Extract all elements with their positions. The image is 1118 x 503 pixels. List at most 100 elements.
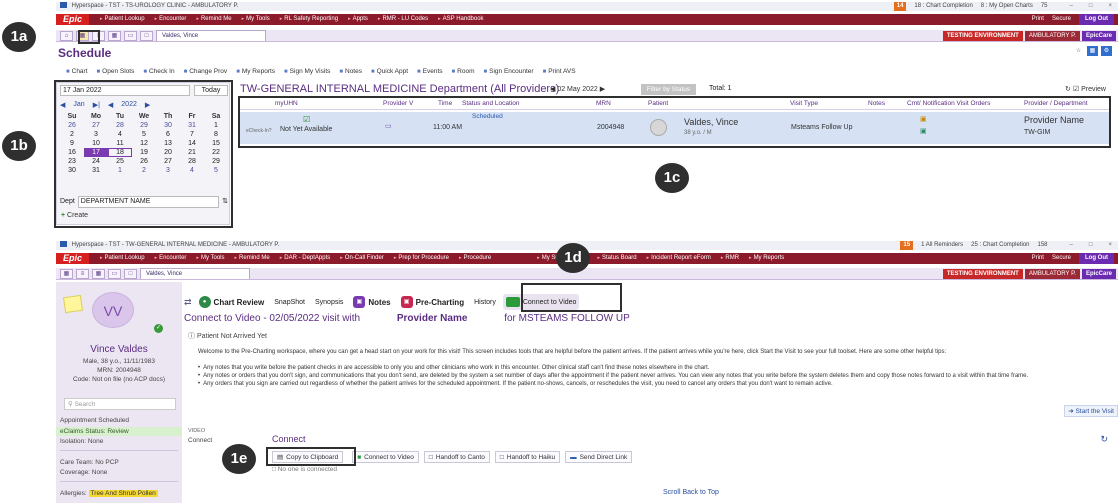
top-menu-rmr-lu[interactable]: RMR - LU Codes (373, 14, 433, 25)
col-mrn[interactable]: MRN (596, 98, 611, 110)
scroll-back-link[interactable]: Scroll Back to Top (663, 489, 719, 496)
prev-month-icon[interactable]: ◀ (60, 101, 65, 109)
top-menu-rl-safety[interactable]: RL Safety Reporting (275, 14, 343, 25)
calendar-day[interactable]: 28 (180, 157, 204, 166)
col-time[interactable]: Time (438, 98, 452, 110)
note-icon[interactable]: ▣ (920, 115, 927, 123)
calendar-day[interactable]: 5 (204, 166, 228, 175)
calendar-day[interactable]: 9 (60, 139, 84, 148)
grid-icon[interactable]: ▦ (108, 30, 121, 41)
calendar-day[interactable]: 2 (132, 166, 156, 175)
bottom-menu-patient-lookup[interactable]: Patient Lookup (95, 253, 150, 264)
calendar-year[interactable]: 2022 (121, 101, 137, 109)
top-menu-remind-me[interactable]: Remind Me (191, 14, 236, 25)
top-chart-completion[interactable]: 18 : Chart Completion (914, 2, 972, 11)
star-icon[interactable]: ☆ (1073, 46, 1084, 56)
top-window-controls[interactable]: – □ × (1070, 2, 1112, 11)
calendar-day[interactable]: 29 (132, 121, 156, 130)
calendar-day[interactable]: 27 (84, 121, 108, 130)
top-secure[interactable]: Secure (1052, 14, 1071, 25)
top-menu-encounter[interactable]: Encounter (150, 14, 192, 25)
calendar-day[interactable]: 26 (60, 121, 84, 130)
patient-avatar[interactable]: VV (92, 292, 134, 328)
top-menu-appts[interactable]: Appts (343, 14, 373, 25)
calendar-day[interactable]: 24 (84, 157, 108, 166)
calendar-day[interactable]: 5 (132, 130, 156, 139)
patient-name[interactable]: Vince Valdes (56, 344, 182, 355)
tab-connect-to-video[interactable]: Connect to Video (502, 294, 580, 310)
calendar-day[interactable]: 15 (204, 139, 228, 148)
top-patient-tab[interactable]: Valdes, Vince (156, 30, 266, 41)
calendar-day[interactable]: 17 (84, 148, 108, 157)
calendar-month[interactable]: Jan (73, 101, 84, 109)
home-icon[interactable]: ⌂ (60, 30, 73, 41)
calendar-day[interactable]: 4 (180, 166, 204, 175)
col-myuhn[interactable]: myUHN (275, 98, 298, 110)
calendar-date-input[interactable]: 17 Jan 2022 (60, 85, 190, 96)
top-menu-my-tools[interactable]: My Tools (237, 14, 275, 25)
calendar-day[interactable]: 28 (108, 121, 132, 130)
calendar-day[interactable]: 18 (108, 148, 132, 157)
toolbar-open-slots[interactable]: Open Slots (97, 68, 134, 75)
next-year-icon[interactable]: ▶ (145, 101, 150, 109)
list-icon-2[interactable]: ≡ (76, 268, 89, 279)
bottom-menu-oncall[interactable]: On-Call Finder (335, 253, 389, 264)
epic-logo-2[interactable]: Epic (56, 253, 90, 264)
list-icon[interactable]: ≡ (92, 30, 105, 41)
calendar-day[interactable]: 10 (84, 139, 108, 148)
orders-icon[interactable]: ▣ (920, 127, 927, 135)
bottom-menu-procedure[interactable]: Procedure (454, 253, 496, 264)
care-team[interactable]: Care Team: No PCP (60, 459, 119, 466)
calendar-day[interactable]: 14 (180, 139, 204, 148)
calendar-day[interactable]: 2 (60, 130, 84, 139)
tab-snapshot[interactable]: SnapShot (271, 294, 308, 310)
calendar-day[interactable]: 20 (156, 148, 180, 157)
calendar-day[interactable]: 30 (60, 166, 84, 175)
bottom-menu-status-board[interactable]: Status Board (592, 253, 641, 264)
toolbar-check-in[interactable]: Check In (143, 68, 175, 75)
calendar-day[interactable]: 3 (84, 130, 108, 139)
connect-video-button[interactable]: ■ Connect to Video (352, 451, 419, 463)
col-orders[interactable]: Cmt/ Notification Visit Orders (907, 98, 990, 110)
toolbar-sign-visits[interactable]: Sign My Visits (284, 68, 331, 75)
calendar-day[interactable]: 16 (60, 148, 84, 157)
preview-toggle[interactable]: ↻ ☑ Preview (1065, 85, 1106, 93)
start-visit-button[interactable]: ➜ Start the Visit (1064, 405, 1118, 417)
prev-year-icon[interactable]: ◀ (108, 101, 113, 109)
pin-icon[interactable]: ⇅ (222, 196, 228, 208)
create-button[interactable]: + Create (61, 212, 88, 219)
calendar-day[interactable]: 4 (108, 130, 132, 139)
sidebar-search-input[interactable]: ⚲ Search (64, 398, 176, 410)
calendar-day[interactable]: 30 (156, 121, 180, 130)
allergies[interactable]: Allergies: Tree And Shrub Pollen (60, 490, 158, 497)
copy-to-clipboard-button[interactable]: ▤ Copy to Clipboard (272, 451, 344, 463)
handoff-haiku-button[interactable]: □ Handoff to Haiku (494, 451, 561, 463)
settings-icon[interactable]: ⚙ (1101, 46, 1112, 56)
calendar-day[interactable]: 31 (180, 121, 204, 130)
tab-history[interactable]: History (471, 294, 499, 310)
calendar-day[interactable]: 6 (156, 130, 180, 139)
calendar-day[interactable]: 19 (132, 148, 156, 157)
bottom-patient-tab[interactable]: Valdes, Vince (140, 268, 250, 279)
toolbar-print-avs[interactable]: Print AVS (543, 68, 575, 75)
tab-chart-review[interactable]: ● Chart Review (196, 294, 268, 310)
bottom-menu-remind-me[interactable]: Remind Me (230, 253, 275, 264)
grid-icon-2[interactable]: ▦ (92, 268, 105, 279)
dept-field[interactable]: DEPARTMENT NAME (77, 196, 220, 208)
toolbar-my-reports[interactable]: My Reports (236, 68, 275, 75)
col-provider-dept[interactable]: Provider / Department (1024, 98, 1088, 110)
toolbar-notes[interactable]: Notes (339, 68, 362, 75)
calendar-day[interactable]: 8 (204, 130, 228, 139)
bottom-menu-my-tools[interactable]: My Tools (191, 253, 229, 264)
bottom-print[interactable]: Print (1032, 253, 1044, 264)
bottom-count-158[interactable]: 158 (1038, 241, 1048, 250)
bottom-menu-incident[interactable]: Incident Report eForm (642, 253, 716, 264)
bottom-window-controls[interactable]: – □ × (1070, 241, 1112, 250)
send-direct-link-button[interactable]: ▬ Send Direct Link (565, 451, 633, 463)
top-menu-asp[interactable]: ASP Handbook (433, 14, 488, 25)
bottom-menu-encounter[interactable]: Encounter (150, 253, 192, 264)
chat-icon-2[interactable]: □ (124, 268, 137, 279)
calendar-day[interactable]: 13 (156, 139, 180, 148)
bottom-secure[interactable]: Secure (1052, 253, 1071, 264)
tab-pre-charting[interactable]: ▣ Pre-Charting (398, 294, 467, 310)
